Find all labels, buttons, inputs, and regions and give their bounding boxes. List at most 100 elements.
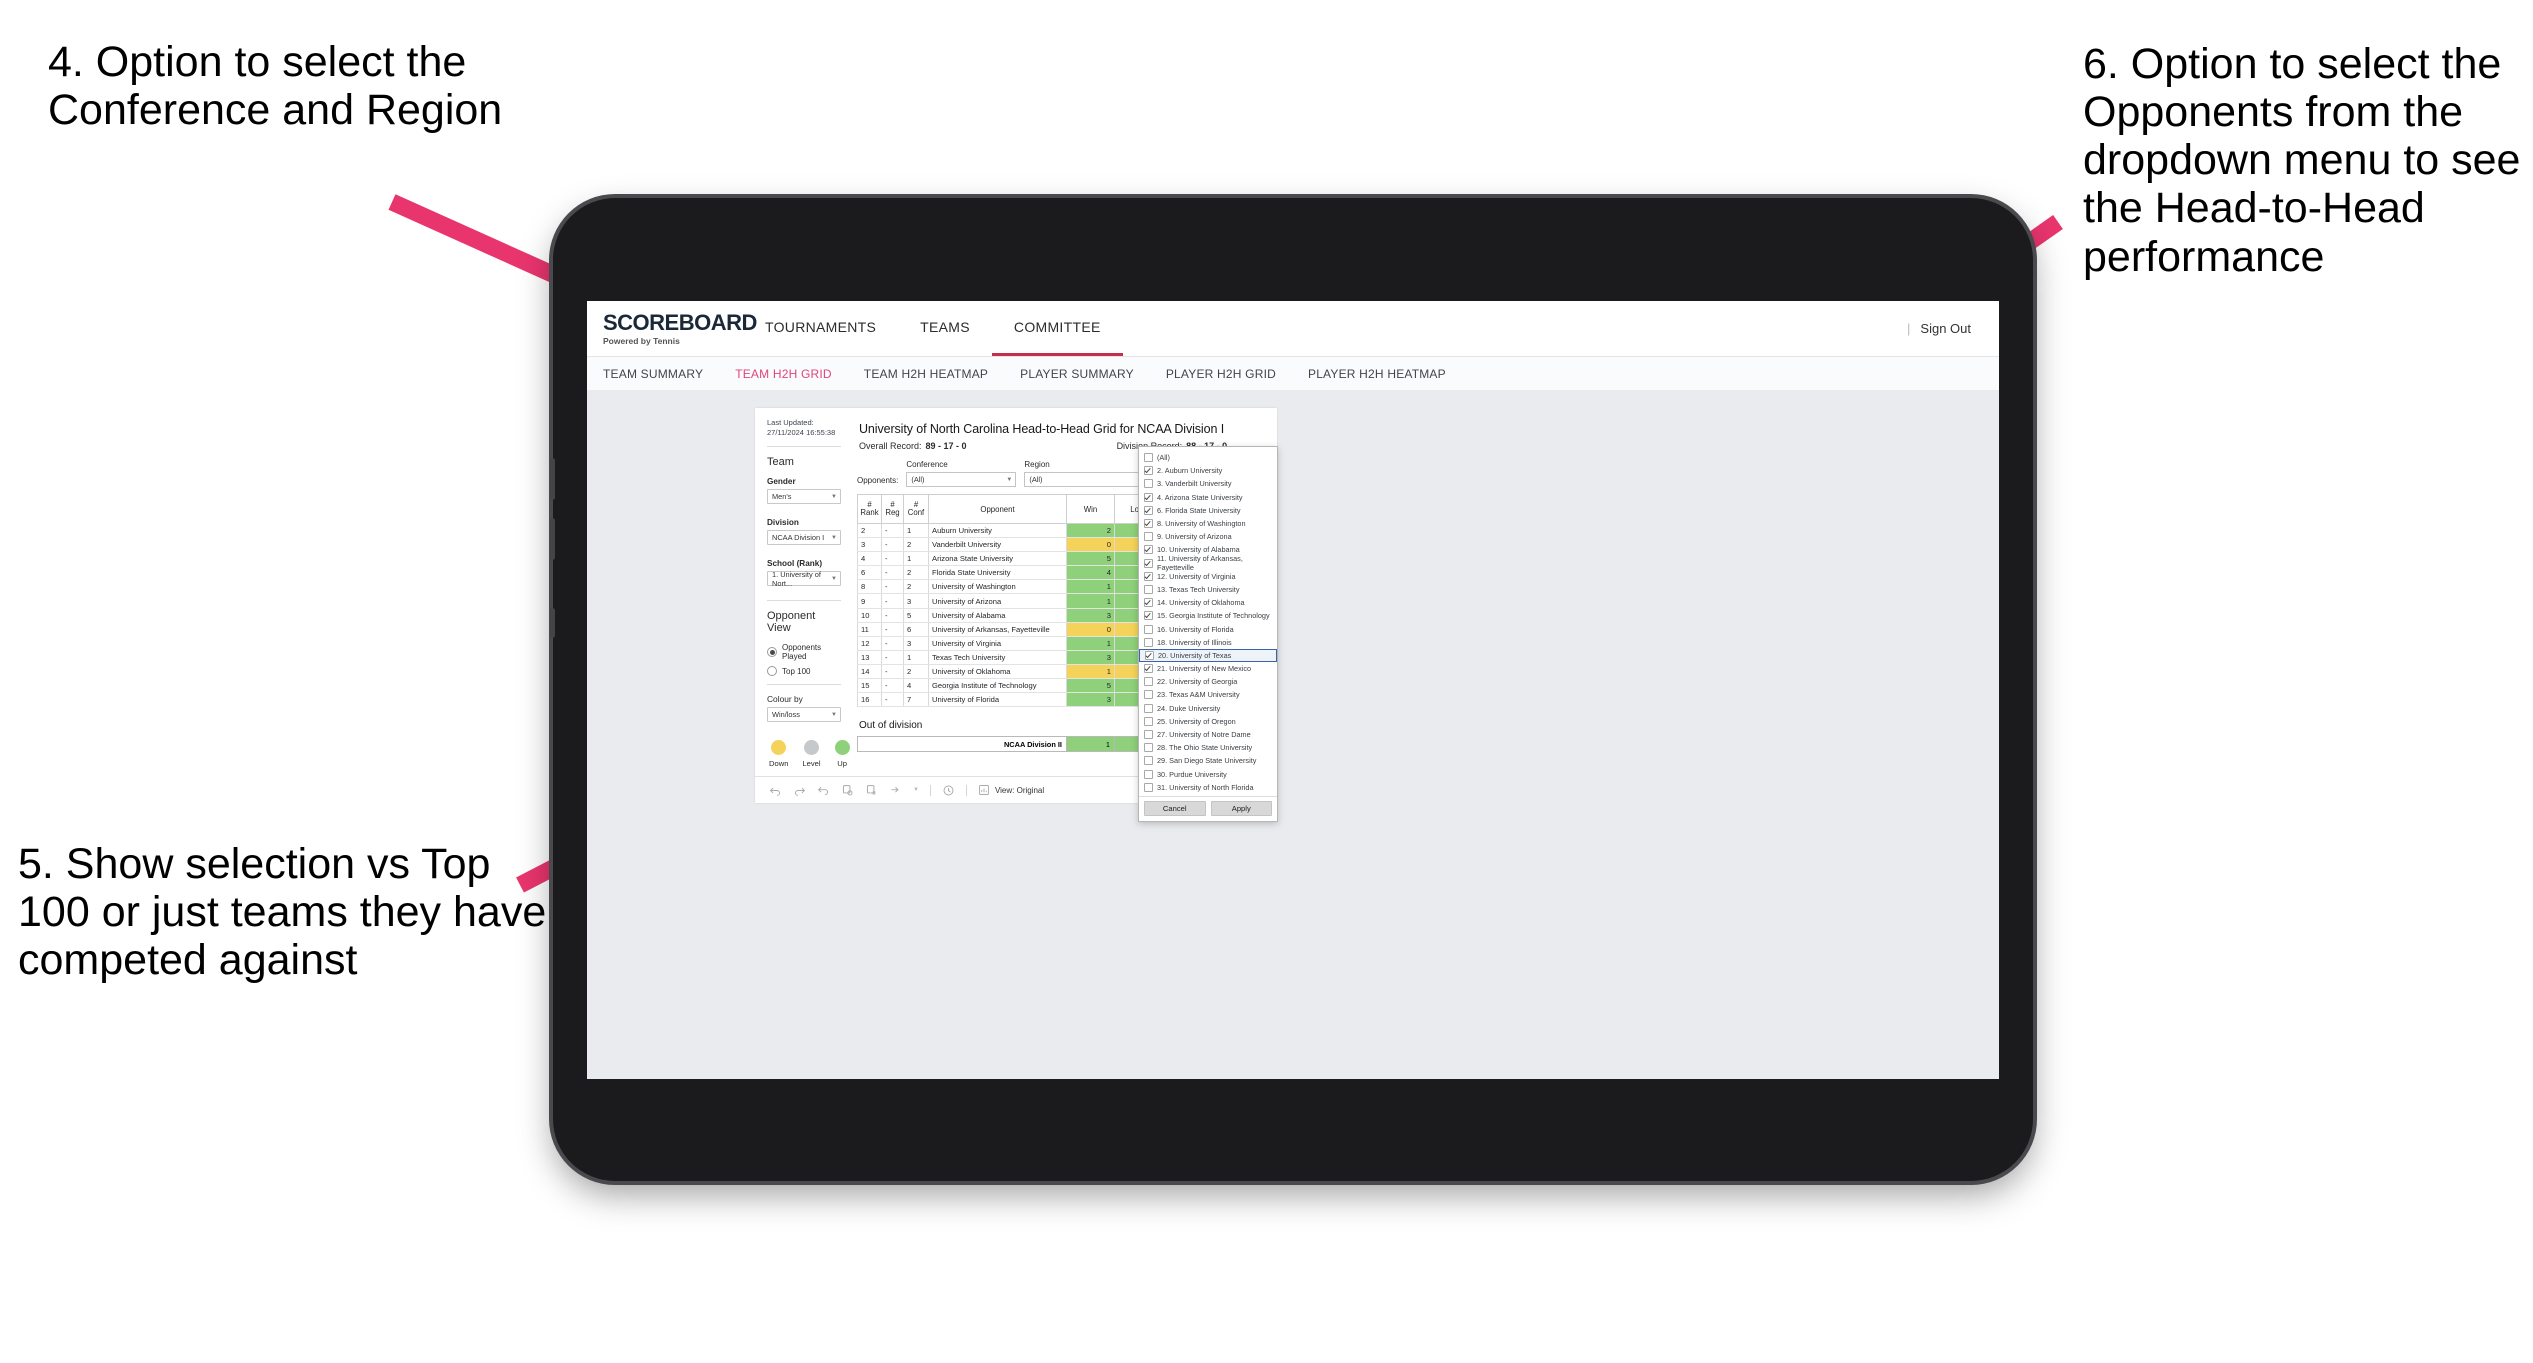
table-row[interactable]: 2-1Auburn University21 <box>857 523 1182 539</box>
opponent-option[interactable]: 28. The Ohio State University <box>1139 741 1277 754</box>
subnav-team-h2h-heatmap[interactable]: TEAM H2H HEATMAP <box>864 367 1006 381</box>
opponent-option[interactable]: 27. University of Notre Dame <box>1139 728 1277 741</box>
checkbox-icon[interactable] <box>1144 532 1153 542</box>
cell-reg: - <box>881 608 904 623</box>
table-row[interactable]: 16-7University of Florida31 <box>857 692 1182 708</box>
checkbox-icon[interactable] <box>1144 677 1153 687</box>
checkbox-icon[interactable] <box>1144 558 1153 568</box>
history-icon[interactable] <box>942 784 955 797</box>
nav-teams[interactable]: TEAMS <box>898 301 992 356</box>
opponent-option[interactable]: 29. San Diego State University <box>1139 754 1277 767</box>
opponent-option[interactable]: 18. University of Illinois <box>1139 636 1277 649</box>
checkbox-icon[interactable] <box>1145 650 1154 660</box>
division-select[interactable]: NCAA Division I ▼ <box>767 530 841 546</box>
checkbox-icon[interactable] <box>1144 743 1153 753</box>
view-original-button[interactable]: View: Original <box>978 784 1044 797</box>
colour-by-select[interactable]: Win/loss ▼ <box>767 707 841 723</box>
checkbox-icon[interactable] <box>1144 690 1153 700</box>
region-select[interactable]: (All) ▼ <box>1024 472 1150 487</box>
checkbox-icon[interactable] <box>1144 664 1153 674</box>
region-filter[interactable]: Region (All) ▼ <box>1024 460 1150 487</box>
opponent-option[interactable]: 13. Texas Tech University <box>1139 583 1277 596</box>
table-row[interactable]: 13-1Texas Tech University30 <box>857 650 1182 665</box>
subnav-player-h2h-grid[interactable]: PLAYER H2H GRID <box>1166 367 1294 381</box>
opponent-dropdown-popup[interactable]: (All) 2. Auburn University 3. Vanderbilt U… <box>1138 446 1278 822</box>
checkbox-icon[interactable] <box>1144 453 1153 463</box>
tablet-volume-up-button[interactable] <box>550 458 555 500</box>
checkbox-icon[interactable] <box>1144 505 1153 515</box>
chevron-down-icon[interactable]: ▼ <box>913 787 919 793</box>
radio-top-100[interactable]: Top 100 <box>767 666 841 677</box>
conference-filter[interactable]: Conference (All) ▼ <box>906 460 1017 487</box>
checkbox-icon[interactable] <box>1144 730 1153 740</box>
table-row[interactable]: 11-6 University of Arkansas, Fayetteville… <box>857 622 1182 637</box>
opponent-option[interactable]: 4. Arizona State University <box>1139 491 1277 504</box>
share-icon[interactable] <box>889 784 902 797</box>
tablet-volume-down-button[interactable] <box>550 518 555 560</box>
opponent-option[interactable]: 30. Purdue University <box>1139 768 1277 781</box>
table-row[interactable]: 6-2Florida State University42 <box>857 565 1182 581</box>
opponent-option[interactable]: 16. University of Florida <box>1139 622 1277 635</box>
revert-icon[interactable] <box>817 784 830 797</box>
opponent-option[interactable]: 3. Vanderbilt University <box>1139 477 1277 490</box>
opponent-option[interactable]: 8. University of Washington <box>1139 517 1277 530</box>
undo-icon[interactable] <box>769 784 782 797</box>
opponent-option[interactable]: 11. University of Arkansas, Fayetteville <box>1139 554 1277 572</box>
checkbox-icon[interactable] <box>1144 611 1153 621</box>
subnav-player-summary[interactable]: PLAYER SUMMARY <box>1020 367 1152 381</box>
opponent-option[interactable]: 22. University of Georgia <box>1139 675 1277 688</box>
table-row[interactable]: 15-4Georgia Institute of Technology50 <box>857 678 1182 694</box>
radio-opponents-played[interactable]: Opponents Played <box>767 643 841 661</box>
table-row[interactable]: 10-5University of Alabama30 <box>857 608 1182 623</box>
checkbox-icon[interactable] <box>1144 624 1153 634</box>
conference-select[interactable]: (All) ▼ <box>906 472 1017 487</box>
apply-button[interactable]: Apply <box>1210 800 1272 816</box>
sign-out-link[interactable]: Sign Out <box>1920 321 1971 336</box>
subnav-player-h2h-heatmap[interactable]: PLAYER H2H HEATMAP <box>1308 367 1464 381</box>
nav-tournaments[interactable]: TOURNAMENTS <box>743 301 898 356</box>
tablet-power-button[interactable] <box>550 608 555 638</box>
checkbox-icon[interactable] <box>1144 756 1153 766</box>
table-row[interactable]: 12-3University of Virginia10 <box>857 636 1182 651</box>
opponent-option[interactable]: 9. University of Arizona <box>1139 530 1277 543</box>
opponent-option[interactable]: 21. University of New Mexico <box>1139 662 1277 675</box>
table-row[interactable]: 4-1Arizona State University51 <box>857 551 1182 567</box>
nav-committee[interactable]: COMMITTEE <box>991 301 1123 356</box>
table-row[interactable]: 3-2Vanderbilt University04 <box>857 537 1182 553</box>
school-select[interactable]: 1. University of Nort... ▼ <box>767 570 841 588</box>
checkbox-icon[interactable] <box>1144 479 1153 489</box>
table-row[interactable]: 14-2University of Oklahoma12 <box>857 664 1182 680</box>
checkbox-icon[interactable] <box>1144 584 1153 594</box>
cancel-button[interactable]: Cancel <box>1144 800 1206 816</box>
opponent-option[interactable]: 25. University of Oregon <box>1139 715 1277 728</box>
table-row[interactable]: 8-2University of Washington10 <box>857 579 1182 595</box>
opponent-option[interactable]: (All) <box>1139 451 1277 464</box>
opponent-option[interactable]: 15. Georgia Institute of Technology <box>1139 609 1277 622</box>
redo-icon[interactable] <box>793 784 806 797</box>
checkbox-icon[interactable] <box>1144 782 1153 792</box>
refresh-icon[interactable] <box>841 784 854 797</box>
opponent-option[interactable]: 31. University of North Florida <box>1139 781 1277 794</box>
pause-updates-icon[interactable] <box>865 784 878 797</box>
checkbox-icon[interactable] <box>1144 519 1153 529</box>
brand-logo[interactable]: SCOREBOARD Powered by Tennis <box>587 301 757 356</box>
opponent-option[interactable]: 23. Texas A&M University <box>1139 688 1277 701</box>
checkbox-icon[interactable] <box>1144 466 1153 476</box>
opponent-option[interactable]: 6. Florida State University <box>1139 504 1277 517</box>
checkbox-icon[interactable] <box>1144 492 1153 502</box>
checkbox-icon[interactable] <box>1144 545 1153 555</box>
checkbox-icon[interactable] <box>1144 571 1153 581</box>
gender-select[interactable]: Men's ▼ <box>767 489 841 505</box>
opponent-option[interactable]: 2. Auburn University <box>1139 464 1277 477</box>
subnav-team-summary[interactable]: TEAM SUMMARY <box>603 367 721 381</box>
checkbox-icon[interactable] <box>1144 769 1153 779</box>
opponent-option[interactable]: 14. University of Oklahoma <box>1139 596 1277 609</box>
opponent-option[interactable]: 20. University of Texas <box>1139 648 1277 662</box>
table-row[interactable]: 9-3University of Arizona10 <box>857 593 1182 609</box>
checkbox-icon[interactable] <box>1144 598 1153 608</box>
checkbox-icon[interactable] <box>1144 716 1153 726</box>
checkbox-icon[interactable] <box>1144 637 1153 647</box>
subnav-team-h2h-grid[interactable]: TEAM H2H GRID <box>735 367 850 381</box>
opponent-option[interactable]: 24. Duke University <box>1139 702 1277 715</box>
checkbox-icon[interactable] <box>1144 703 1153 713</box>
